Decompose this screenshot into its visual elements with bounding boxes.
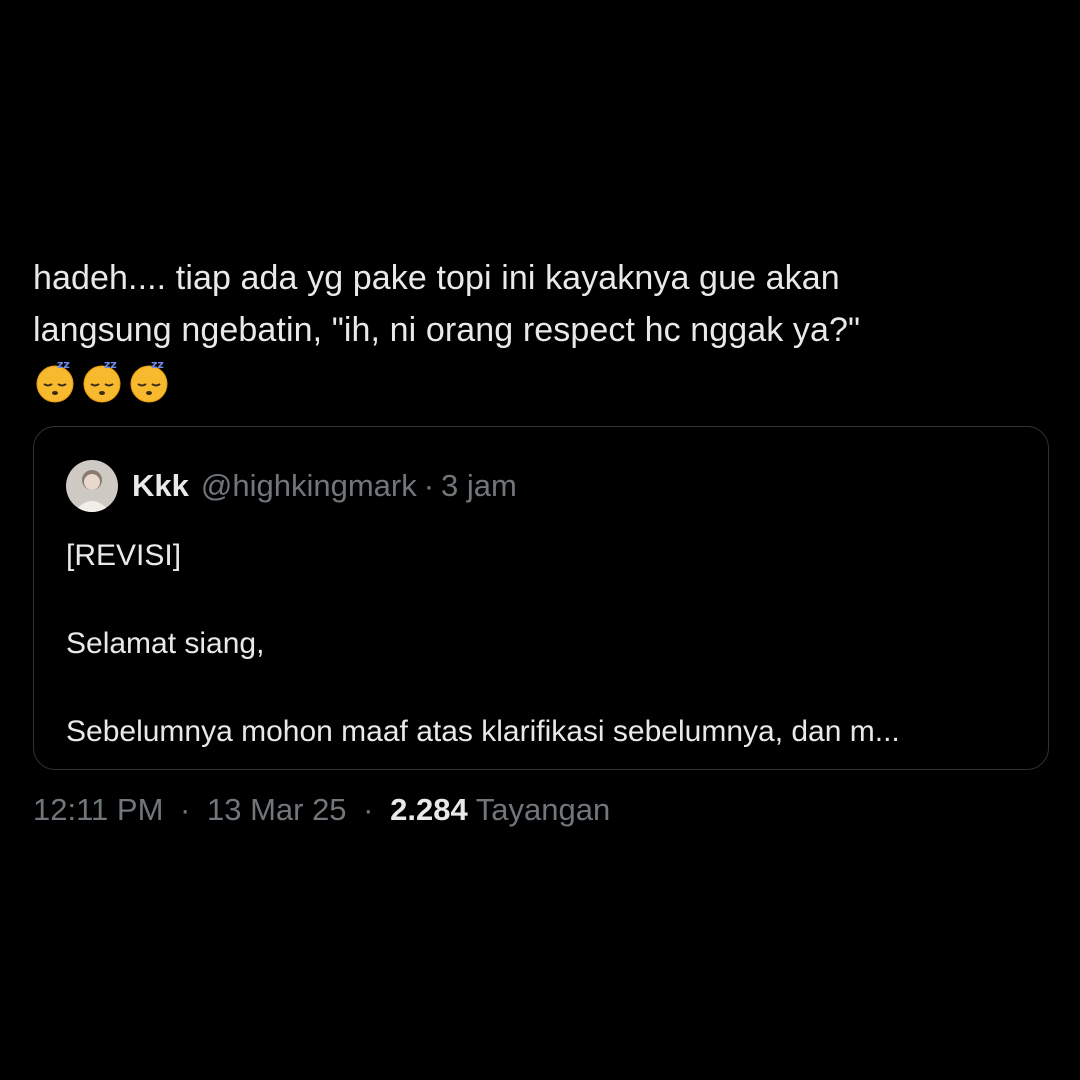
tweet-text-line-2: langsung ngebatin, "ih, ni orang respect… <box>33 311 861 349</box>
sleeping-face-emoji-icon: zz <box>127 358 171 404</box>
emoji-row: zz zz zz <box>33 356 1049 406</box>
quoted-tweet-line: [REVISI] <box>66 539 182 572</box>
quoted-tweet-card[interactable]: Kkk @highkingmark · 3 jam [REVISI] Selam… <box>33 426 1049 770</box>
tweet-meta: 12:11 PM · 13 Mar 25 · 2.284 Tayangan <box>33 792 1049 828</box>
tweet-date[interactable]: 13 Mar 25 <box>207 792 347 827</box>
tweet-time[interactable]: 12:11 PM <box>33 792 163 827</box>
svg-text:zz: zz <box>57 358 70 371</box>
separator-dot: · <box>363 792 374 827</box>
views-label: Tayangan <box>475 792 611 827</box>
separator-dot: · <box>423 468 435 503</box>
sleeping-face-emoji-icon: zz <box>33 358 77 404</box>
quoted-tweet-line: Selamat siang, <box>66 627 265 660</box>
avatar[interactable] <box>66 460 118 512</box>
svg-text:zz: zz <box>151 358 164 371</box>
display-name[interactable]: Kkk <box>132 468 189 504</box>
views-count: 2.284 <box>390 792 468 827</box>
quoted-tweet-body: [REVISI] Selamat siang, Sebelumnya mohon… <box>66 534 1016 754</box>
user-handle[interactable]: @highkingmark <box>201 468 417 504</box>
quoted-tweet-line: Sebelumnya mohon maaf atas klarifikasi s… <box>66 715 900 748</box>
separator-dot: · <box>180 792 191 827</box>
svg-text:zz: zz <box>104 358 117 371</box>
sleeping-face-emoji-icon: zz <box>80 358 124 404</box>
tweet: hadeh.... tiap ada yg pake topi ini kaya… <box>33 252 1049 828</box>
timestamp[interactable]: 3 jam <box>441 468 517 504</box>
tweet-text: hadeh.... tiap ada yg pake topi ini kaya… <box>33 252 1049 356</box>
tweet-text-line-1: hadeh.... tiap ada yg pake topi ini kaya… <box>33 259 840 297</box>
quoted-tweet-header: Kkk @highkingmark · 3 jam <box>66 460 1016 512</box>
